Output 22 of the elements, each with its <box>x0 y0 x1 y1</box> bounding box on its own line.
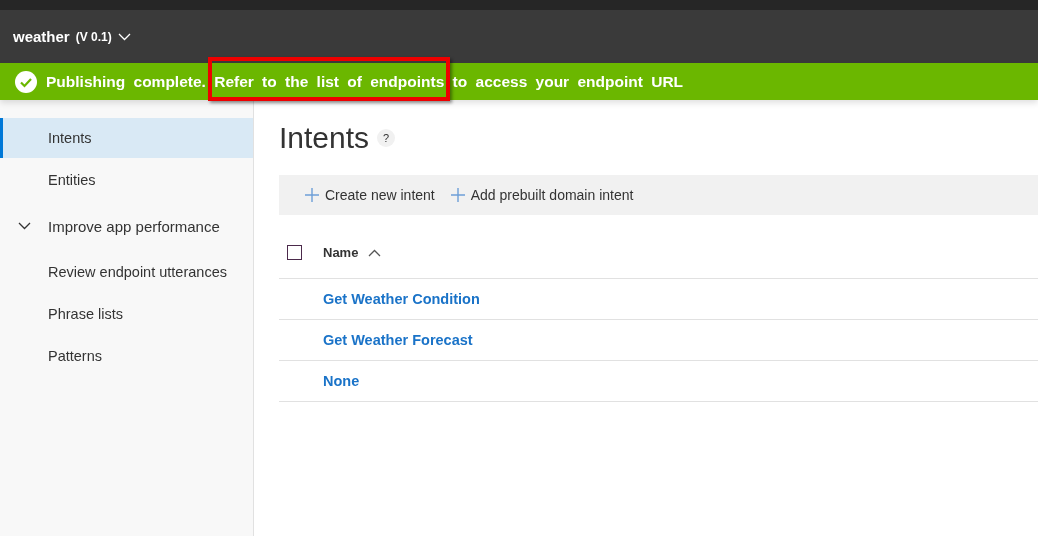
notification-message: Publishing complete. Refer to the list of endpoints to access your endpoint URL <box>46 72 684 91</box>
help-button[interactable]: ? <box>377 129 396 147</box>
intent-link[interactable]: Get Weather Condition <box>323 291 480 307</box>
app-name[interactable]: weather <box>13 28 70 45</box>
column-header[interactable]: Name <box>323 245 382 260</box>
intent-link[interactable]: Get Weather Forecast <box>323 332 473 348</box>
sidebar-item[interactable]: Patterns <box>0 336 253 376</box>
chevron-icon <box>117 32 131 41</box>
sidebar-group[interactable]: Improve app performance <box>0 202 253 250</box>
toolbar-button[interactable]: Add prebuilt domain intent <box>450 187 634 203</box>
sidebar-item[interactable]: Intents <box>0 118 253 158</box>
toolbar-button[interactable]: Create new intent <box>305 187 435 203</box>
plus-icon <box>450 188 465 202</box>
sidebar-item[interactable]: Entities <box>0 160 253 200</box>
plus-icon <box>305 188 319 202</box>
sidebar-item[interactable]: Review endpoint utterances <box>0 252 253 292</box>
intent-link[interactable]: None <box>323 373 360 389</box>
select-all-checkbox[interactable] <box>287 245 302 260</box>
page-title: Intents <box>279 121 370 155</box>
version-label: (V 0.1) <box>75 29 112 44</box>
check-circle-icon <box>15 70 37 93</box>
sidebar-item[interactable]: Phrase lists <box>0 294 253 334</box>
